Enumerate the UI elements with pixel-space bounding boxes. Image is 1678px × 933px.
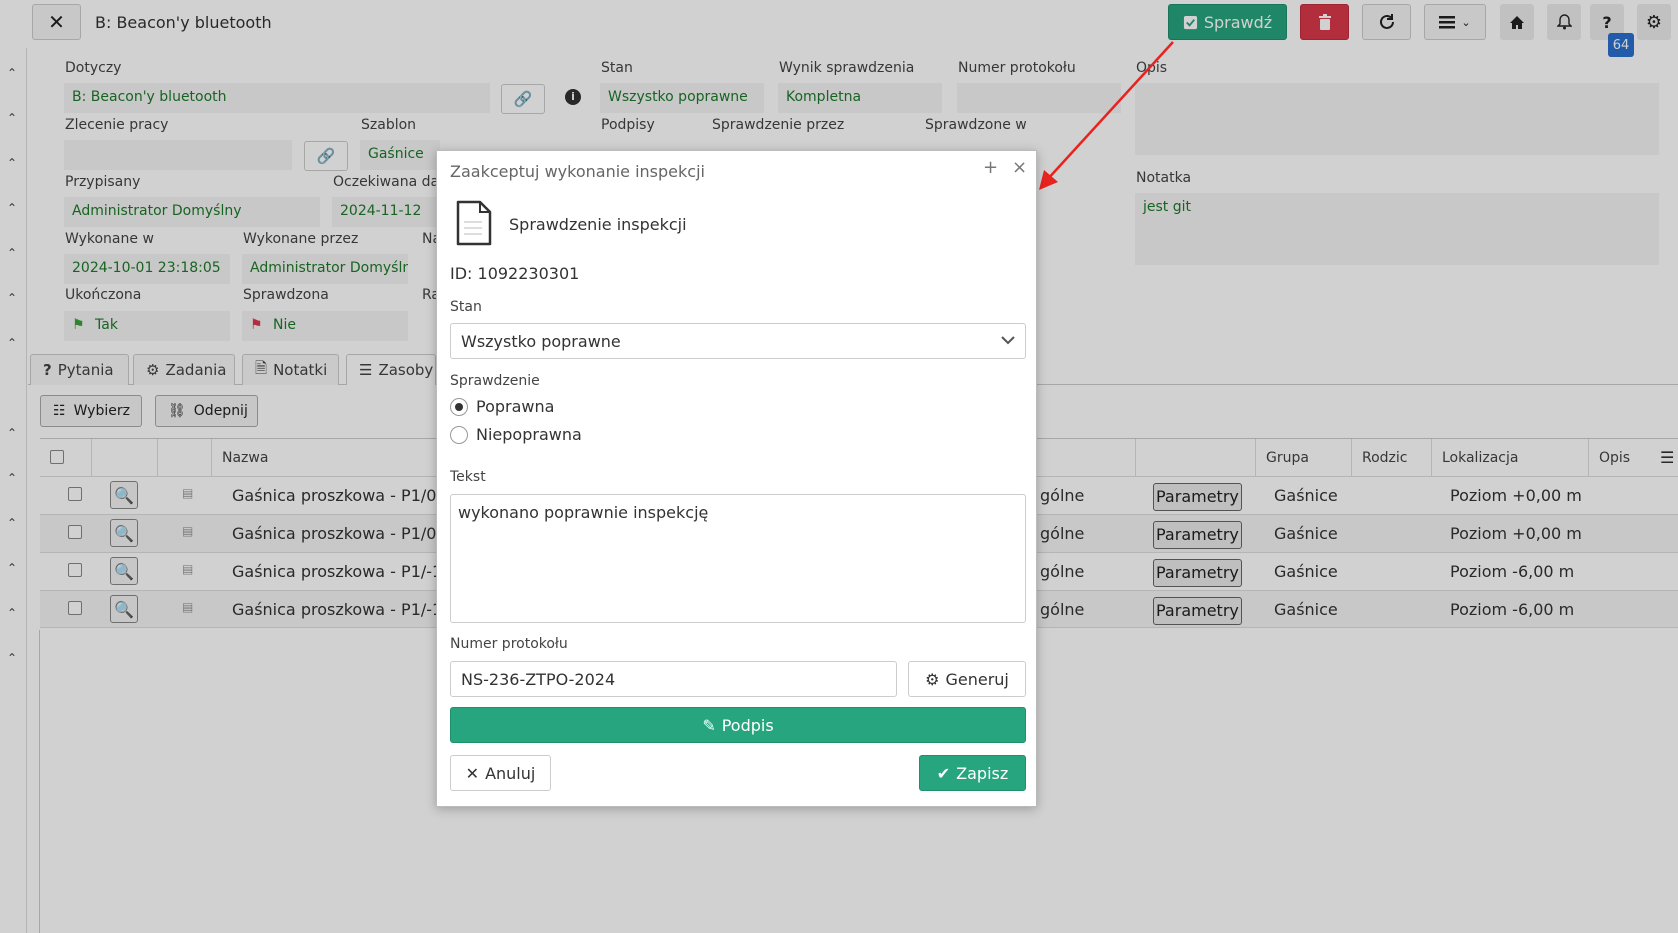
generate-button-label: Generuj <box>945 669 1009 689</box>
chevron-down-icon <box>1001 336 1015 345</box>
doc-title: Sprawdzenie inspekcji <box>509 215 687 234</box>
sprawdzenie-label: Sprawdzenie <box>450 373 540 389</box>
tekst-textarea[interactable]: wykonano poprawnie inspekcję <box>450 494 1026 623</box>
accept-inspection-dialog: Zaakceptuj wykonanie inspekcji + × Spraw… <box>436 150 1037 807</box>
tekst-label: Tekst <box>450 469 486 485</box>
stan-select-value: Wszystko poprawne <box>461 332 621 351</box>
document-icon <box>456 200 492 246</box>
save-button[interactable]: ✔ Zapisz <box>919 755 1026 791</box>
inspection-id: ID: 1092230301 <box>450 264 580 283</box>
radio-poprawna-label: Poprawna <box>476 397 555 416</box>
sign-button-label: Podpis <box>721 715 774 735</box>
annotation-arrow <box>1039 41 1174 190</box>
sign-button[interactable]: ✎ Podpis <box>450 707 1026 743</box>
generate-button[interactable]: ⚙ Generuj <box>908 661 1026 697</box>
radio-unselected-icon <box>450 425 468 444</box>
check-icon: ✔ <box>936 763 951 783</box>
radio-niepoprawna[interactable]: Niepoprawna <box>450 425 582 444</box>
cancel-button-label: Anuluj <box>485 763 536 783</box>
close-icon: ✕ <box>465 763 480 783</box>
stan-select[interactable]: Wszystko poprawne <box>450 323 1026 359</box>
numer-protokolu-label: Numer protokołu <box>450 636 568 652</box>
maximize-icon[interactable]: + <box>983 157 998 178</box>
radio-selected-icon <box>450 397 468 416</box>
stan-label: Stan <box>450 299 482 315</box>
radio-poprawna[interactable]: Poprawna <box>450 397 554 416</box>
dialog-title: Zaakceptuj wykonanie inspekcji <box>450 162 705 181</box>
cogs-icon: ⚙ <box>925 669 940 689</box>
close-icon[interactable]: × <box>1012 157 1027 178</box>
pencil-icon: ✎ <box>702 715 716 735</box>
save-button-label: Zapisz <box>956 763 1009 783</box>
numer-protokolu-input[interactable]: NS-236-ZTPO-2024 <box>450 661 897 697</box>
page: ✕ B: Beacon'y bluetooth Sprawdź ⌄ ? 64 ⚙ <box>0 0 1678 933</box>
cancel-button[interactable]: ✕ Anuluj <box>450 755 551 791</box>
radio-niepoprawna-label: Niepoprawna <box>476 425 582 444</box>
